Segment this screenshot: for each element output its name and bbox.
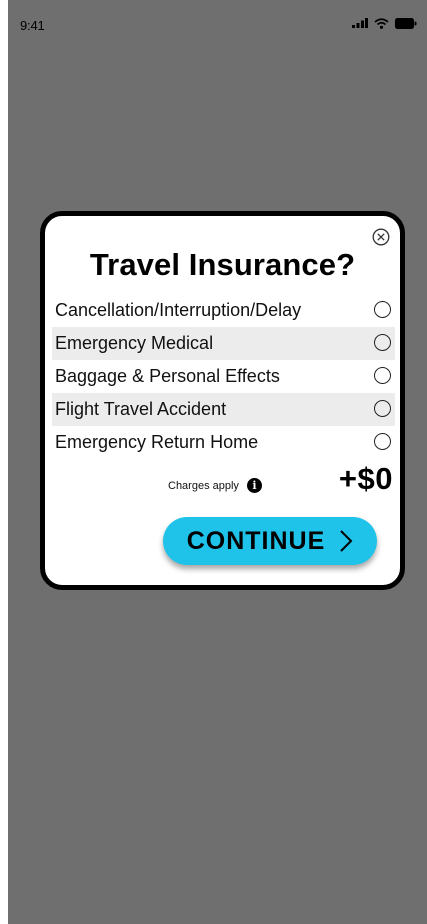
option-label: Baggage & Personal Effects [55, 366, 280, 386]
close-circle-icon[interactable] [372, 228, 390, 246]
option-cancellation[interactable]: Cancellation/Interruption/Delay [52, 294, 395, 327]
option-emergency-medical[interactable]: Emergency Medical [52, 327, 395, 360]
continue-label: CONTINUE [186, 526, 326, 555]
status-bar: 9:41 [8, 0, 427, 40]
radio-button[interactable] [374, 301, 391, 318]
continue-button[interactable]: CONTINUE [163, 517, 377, 565]
option-baggage[interactable]: Baggage & Personal Effects [52, 360, 395, 393]
option-return-home[interactable]: Emergency Return Home [52, 426, 395, 459]
option-label: Emergency Medical [55, 333, 214, 353]
info-icon[interactable]: i [246, 478, 262, 493]
status-icons [352, 16, 417, 30]
battery-icon [395, 17, 417, 29]
radio-button[interactable] [374, 334, 391, 351]
radio-button[interactable] [374, 367, 391, 384]
close-button[interactable] [372, 228, 390, 246]
option-label: Emergency Return Home [55, 432, 259, 452]
option-label: Cancellation/Interruption/Delay [55, 300, 302, 320]
dialog-title: Travel Insurance? [89, 247, 356, 282]
option-flight-accident[interactable]: Flight Travel Accident [52, 393, 395, 426]
status-time: 9:41 [20, 18, 45, 33]
total-price: +$0 [338, 461, 393, 496]
radio-button[interactable] [374, 400, 391, 417]
travel-insurance-dialog: Travel Insurance? Cancellation/Interrupt… [40, 211, 405, 590]
chevron-right-icon [340, 530, 353, 552]
charges-note: Charges apply i [168, 478, 262, 493]
charges-text: Charges apply [168, 479, 239, 492]
option-label: Flight Travel Accident [55, 399, 227, 419]
insurance-options-list: Cancellation/Interruption/Delay Emergenc… [52, 294, 395, 459]
app-screen: 9:41 Travel Insurance? Cancellation/Inte… [8, 0, 427, 924]
radio-button[interactable] [374, 433, 391, 450]
wifi-icon [374, 17, 389, 29]
signal-icon [352, 18, 368, 28]
